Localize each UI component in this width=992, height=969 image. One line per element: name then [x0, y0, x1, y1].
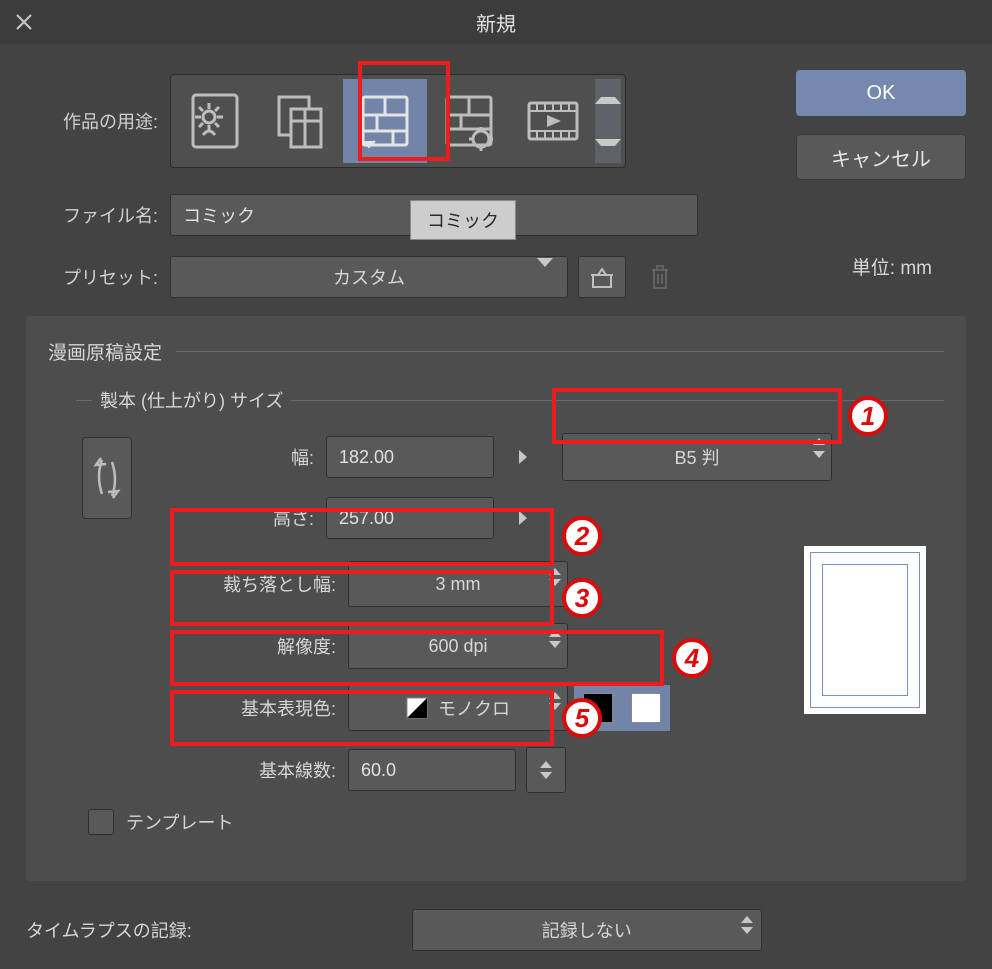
use-illustration-icon[interactable]: [175, 79, 259, 163]
resolution-input[interactable]: 600 dpi: [348, 623, 568, 669]
save-preset-button[interactable]: [578, 256, 626, 298]
use-comic-icon[interactable]: [343, 79, 427, 163]
chevron-right-icon: [519, 450, 527, 464]
lines-stepper[interactable]: [526, 747, 566, 793]
color-label: 基本表現色:: [48, 695, 348, 721]
canvas-preview: [804, 546, 926, 714]
use-stepper[interactable]: [595, 79, 621, 163]
color-mode-select[interactable]: モノクロ: [348, 685, 568, 731]
swap-icon: [92, 450, 122, 506]
delete-preset-button[interactable]: [636, 256, 684, 298]
template-label: テンプレート: [126, 809, 233, 835]
lines-label: 基本線数:: [48, 757, 348, 783]
close-button[interactable]: [12, 10, 36, 34]
orientation-swap-button[interactable]: [82, 437, 132, 519]
close-icon: [15, 13, 33, 31]
cancel-button[interactable]: キャンセル: [796, 134, 966, 180]
tooltip: コミック: [410, 200, 516, 240]
lines-input[interactable]: 60.0: [348, 749, 516, 791]
chevron-right-icon: [519, 511, 527, 525]
file-label: ファイル名:: [26, 202, 170, 228]
binding-title: 製本 (仕上がり) サイズ: [100, 387, 283, 413]
use-webtoon-icon[interactable]: [259, 79, 343, 163]
preset-label: プリセット:: [26, 264, 170, 290]
width-label: 幅:: [132, 444, 326, 470]
template-checkbox[interactable]: [88, 809, 114, 835]
color-white-swatch[interactable]: [622, 685, 670, 731]
dialog-title: 新規: [0, 8, 992, 37]
annotation-number-3: 3: [562, 578, 602, 618]
annotation-number-1: 1: [848, 396, 888, 436]
trash-icon: [649, 264, 671, 290]
unit-display: 単位: mm: [852, 253, 932, 280]
ok-button[interactable]: OK: [796, 70, 966, 116]
width-apply-button[interactable]: [504, 436, 542, 478]
titlebar: 新規: [0, 0, 992, 44]
width-input[interactable]: 182.00: [326, 436, 494, 478]
height-label: 高さ:: [132, 505, 326, 531]
panel-title: 漫画原稿設定: [48, 338, 162, 365]
save-icon: [589, 265, 615, 289]
resolution-label: 解像度:: [48, 633, 348, 659]
monochrome-icon: [406, 697, 428, 719]
annotation-number-2: 2: [562, 516, 602, 556]
annotation-number-4: 4: [672, 638, 712, 678]
bleed-label: 裁ち落とし幅:: [48, 571, 348, 597]
use-icon-group: [170, 74, 626, 168]
height-input[interactable]: 257.00: [326, 497, 494, 539]
chevron-down-icon: [537, 258, 553, 287]
use-animation-icon[interactable]: [511, 79, 595, 163]
annotation-number-5: 5: [562, 698, 602, 738]
timelapse-select[interactable]: 記録しない: [412, 909, 762, 951]
height-apply-button[interactable]: [504, 497, 542, 539]
use-print-icon[interactable]: [427, 79, 511, 163]
size-preset-select[interactable]: B5 判: [562, 433, 832, 481]
bleed-input[interactable]: 3 mm: [348, 561, 568, 607]
preset-select[interactable]: カスタム: [170, 256, 568, 298]
timelapse-label: タイムラプスの記録:: [26, 917, 192, 943]
use-label: 作品の用途:: [26, 108, 170, 134]
